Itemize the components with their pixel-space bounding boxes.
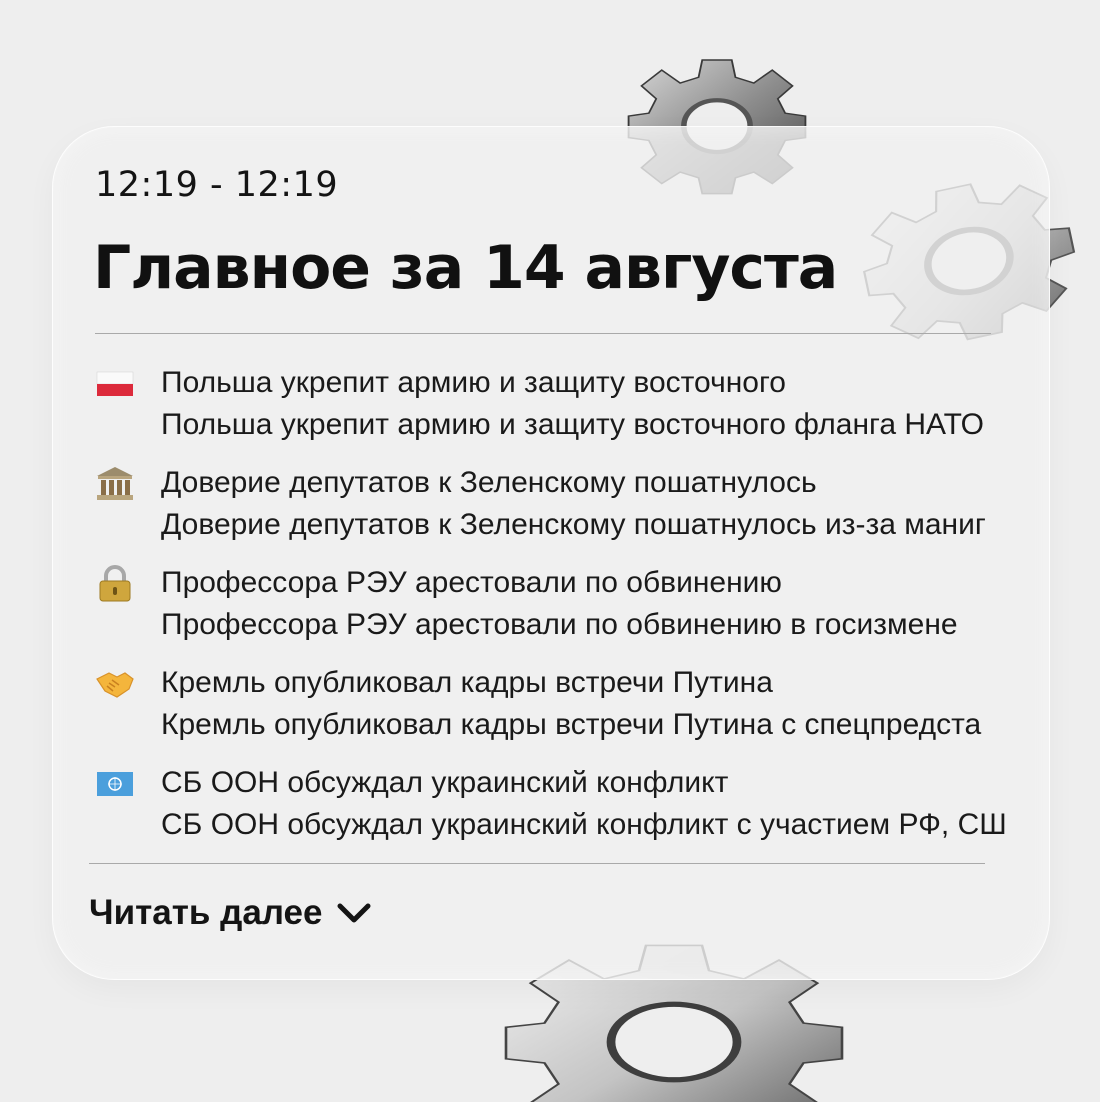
news-headline: Доверие депутатов к Зеленскому пошатнуло…	[161, 466, 817, 499]
news-headline: Профессора РЭУ арестовали по обвинению	[161, 566, 782, 599]
news-headline: Кремль опубликовал кадры встречи Путина	[161, 666, 773, 699]
news-item-poland[interactable]: Польша укрепит армию и защиту восточного…	[95, 365, 1100, 465]
news-item-zelensky[interactable]: Доверие депутатов к Зеленскому пошатнуло…	[95, 465, 1100, 565]
news-summary: Доверие депутатов к Зеленскому пошатнуло…	[161, 508, 986, 541]
news-summary: Профессора РЭУ арестовали по обвинению в…	[161, 608, 958, 641]
news-item-kremlin[interactable]: Кремль опубликовал кадры встречи Путина …	[95, 665, 1100, 765]
divider	[95, 333, 991, 334]
news-item-un[interactable]: СБ ООН обсуждал украинский конфликт СБ О…	[95, 765, 1100, 865]
news-list: Польша укрепит армию и защиту восточного…	[95, 365, 1100, 865]
news-summary: Польша укрепит армию и защиту восточного…	[161, 408, 984, 441]
news-headline: Польша укрепит армию и защиту восточного	[161, 366, 786, 399]
news-item-reu[interactable]: Профессора РЭУ арестовали по обвинению П…	[95, 565, 1100, 665]
poland-flag-icon	[96, 371, 134, 396]
news-headline: СБ ООН обсуждал украинский конфликт	[161, 766, 729, 799]
news-digest-card: 12:19 - 12:19 Главное за 14 августа Поль…	[52, 126, 1050, 980]
page-title: Главное за 14 августа	[93, 233, 838, 303]
news-summary: Кремль опубликовал кадры встречи Путина …	[161, 708, 982, 741]
news-summary: СБ ООН обсуждал украинский конфликт с уч…	[161, 808, 1007, 841]
divider	[89, 863, 985, 864]
time-range: 12:19 - 12:19	[95, 165, 339, 205]
handshake-icon	[96, 672, 134, 698]
read-more-button[interactable]: Читать далее	[89, 893, 372, 933]
classical-building-icon	[97, 467, 133, 500]
united-nations-flag-icon	[97, 772, 133, 796]
chevron-down-icon	[337, 903, 371, 923]
padlock-icon	[99, 565, 131, 602]
read-more-label: Читать далее	[89, 893, 323, 932]
